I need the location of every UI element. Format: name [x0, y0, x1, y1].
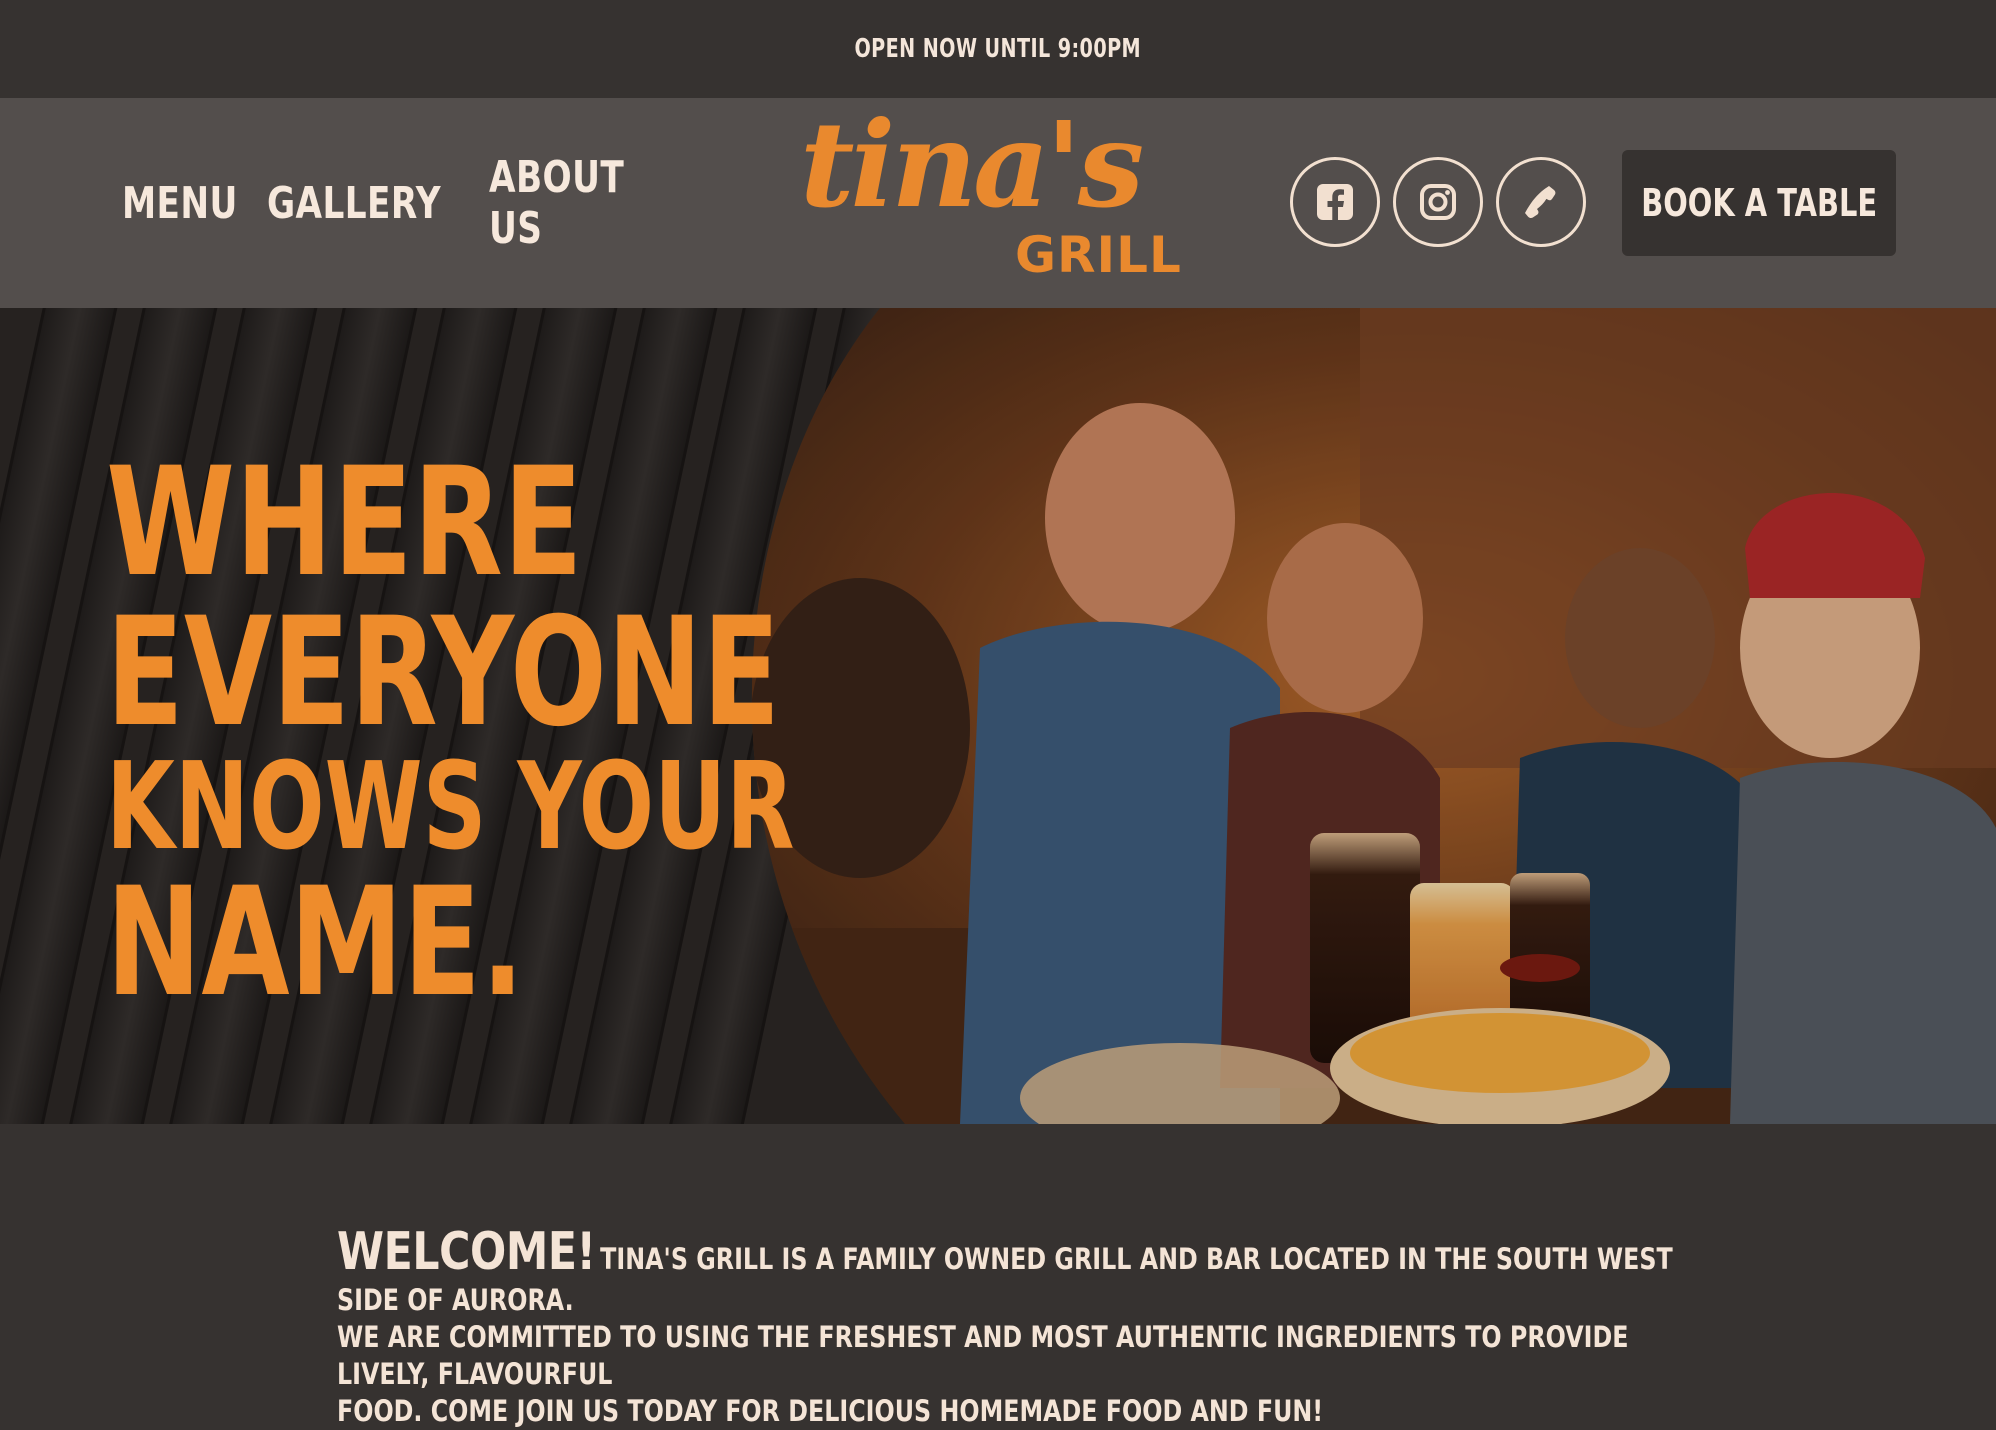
- book-a-table-label: BOOK A TABLE: [1641, 181, 1877, 225]
- nav-link-gallery[interactable]: GALLERY: [267, 178, 441, 229]
- instagram-icon: [1420, 184, 1456, 220]
- instagram-link[interactable]: [1393, 157, 1483, 247]
- welcome-body-line-3: FOOD. COME JOIN US TODAY FOR DELICIOUS H…: [337, 1394, 1324, 1428]
- main-nav: MENU GALLERY ABOUT US: [122, 98, 719, 308]
- logo-sub-text: GRILL: [1015, 226, 1182, 284]
- hero-headline: WHERE EVERYONE KNOWS YOUR NAME.: [106, 448, 1036, 1018]
- nav-link-about-us[interactable]: ABOUT US: [489, 152, 668, 254]
- headline-line-1: WHERE: [106, 436, 583, 610]
- hero-section: WHERE EVERYONE KNOWS YOUR NAME.: [0, 308, 1996, 1124]
- site-logo[interactable]: tina's GRILL: [800, 106, 1200, 286]
- logo-script-text: tina's: [800, 95, 1144, 234]
- announcement-text: OPEN NOW UNTIL 9:00PM: [854, 34, 1142, 64]
- phone-link[interactable]: [1496, 157, 1586, 247]
- phone-icon: [1525, 186, 1556, 219]
- announcement-bar: OPEN NOW UNTIL 9:00PM: [0, 0, 1996, 98]
- welcome-title: WELCOME!: [337, 1222, 596, 1282]
- book-a-table-button[interactable]: BOOK A TABLE: [1622, 150, 1896, 256]
- welcome-section: WELCOME! TINA'S GRILL IS A FAMILY OWNED …: [337, 1222, 1677, 1430]
- headline-line-4: NAME.: [106, 856, 525, 1030]
- headline-line-3: KNOWS YOUR: [106, 738, 795, 877]
- nav-link-menu[interactable]: MENU: [122, 178, 237, 229]
- headline-line-2: EVERYONE: [106, 586, 781, 760]
- facebook-link[interactable]: [1290, 157, 1380, 247]
- facebook-icon: [1317, 184, 1353, 220]
- welcome-body-line-2: WE ARE COMMITTED TO USING THE FRESHEST A…: [337, 1320, 1629, 1391]
